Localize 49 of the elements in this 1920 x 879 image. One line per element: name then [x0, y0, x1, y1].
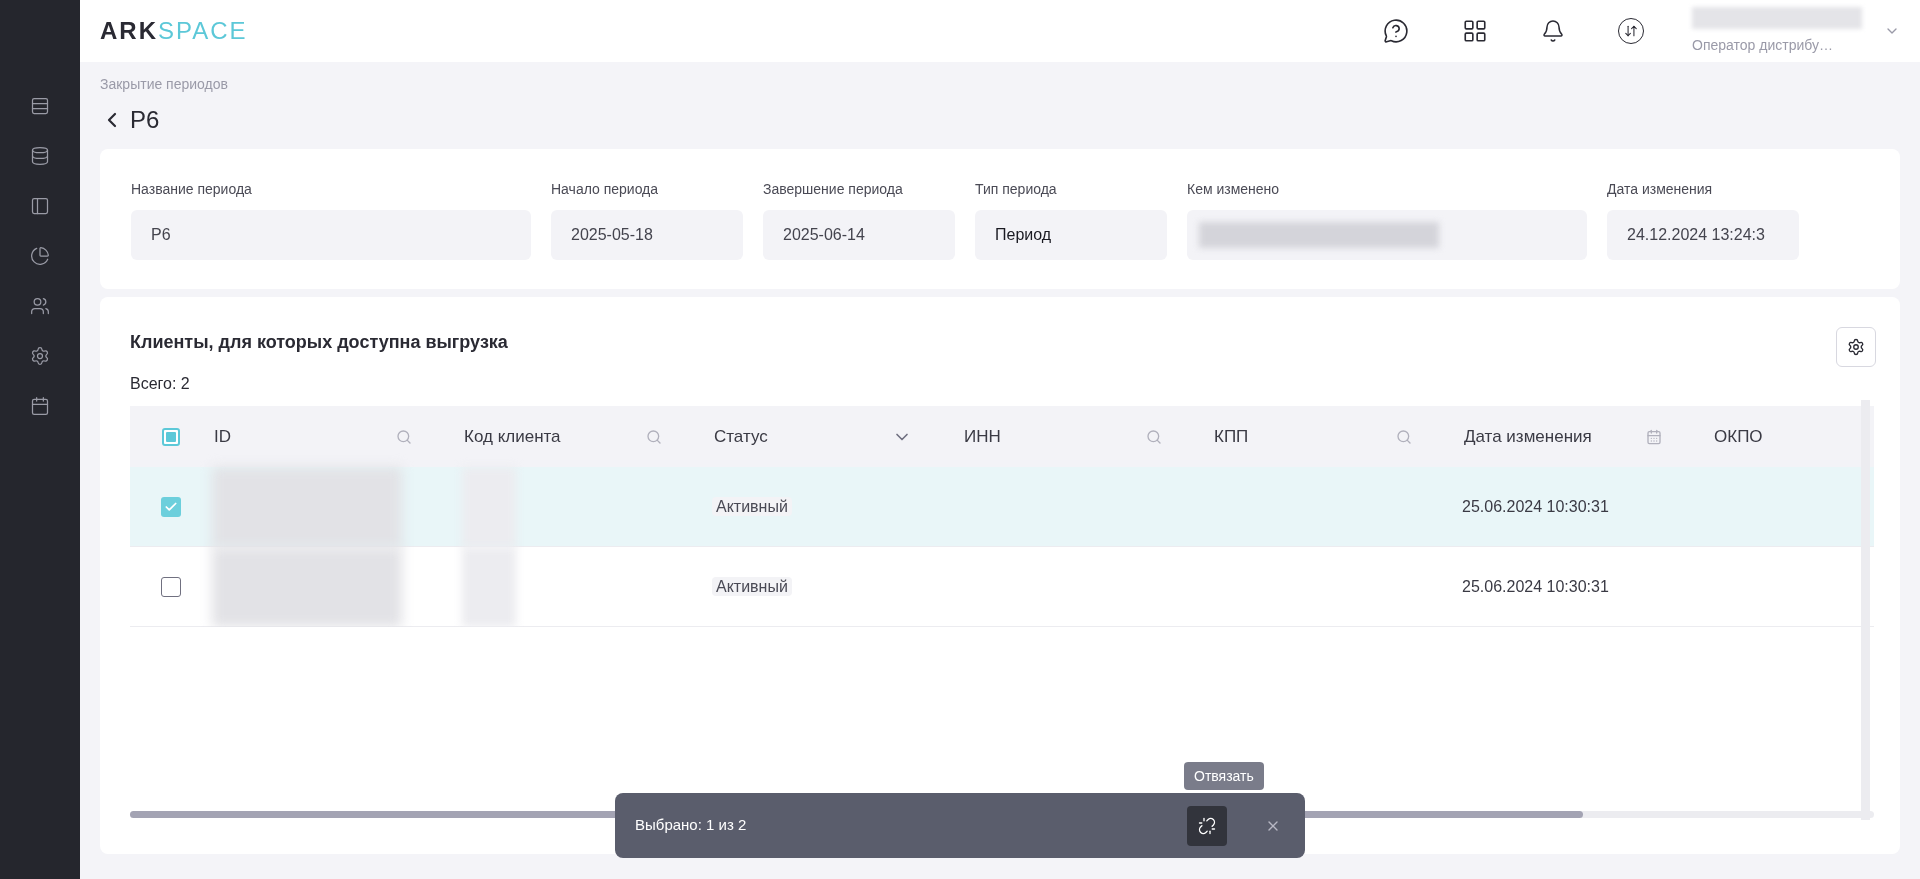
- field-label: Завершение периода: [763, 180, 904, 199]
- calendar-icon[interactable]: [30, 396, 50, 416]
- field-label: Название периода: [131, 180, 253, 199]
- field-label: Начало периода: [551, 180, 660, 199]
- text-field[interactable]: 24.12.2024 13:24:3: [1607, 210, 1799, 260]
- settings-button[interactable]: [1836, 327, 1876, 367]
- database-icon[interactable]: [30, 146, 50, 166]
- column-header[interactable]: КПП: [1214, 423, 1249, 450]
- unlink-button[interactable]: [1187, 805, 1227, 846]
- tooltip: Отвязать: [1184, 762, 1264, 790]
- total-count: Всего: 2: [130, 374, 191, 394]
- date-cell: 25.06.2024 10:30:31: [1462, 577, 1609, 595]
- rows-icon[interactable]: [30, 96, 50, 116]
- apps-grid-icon[interactable]: [1462, 18, 1488, 44]
- text-field[interactable]: Р6: [131, 210, 531, 260]
- column-header[interactable]: ОКПО: [1714, 423, 1763, 450]
- date-cell: 25.06.2024 10:30:31: [1462, 497, 1609, 515]
- panel-icon[interactable]: [30, 196, 50, 216]
- users-icon[interactable]: [30, 296, 50, 316]
- page-title: Р6: [130, 105, 160, 135]
- table-row[interactable]: Активный 25.06.2024 10:30:31: [130, 467, 1874, 547]
- select-all-checkbox[interactable]: [162, 427, 180, 446]
- column-header[interactable]: Код клиента: [464, 423, 561, 450]
- pie-chart-icon[interactable]: [30, 246, 50, 266]
- help-chat-icon[interactable]: [1383, 18, 1409, 44]
- period-type-field[interactable]: Период: [975, 210, 1167, 260]
- status-badge: Активный: [712, 576, 792, 596]
- column-header[interactable]: ИНН: [964, 423, 1001, 450]
- status-badge: Активный: [712, 496, 792, 516]
- row-checkbox[interactable]: [161, 496, 181, 517]
- settings-icon[interactable]: [30, 346, 50, 366]
- field-label: Тип периода: [975, 180, 1058, 199]
- text-field[interactable]: [1187, 210, 1587, 260]
- section-title: Клиенты, для которых доступна выгрузка: [130, 331, 508, 354]
- settings-icon: [1847, 338, 1865, 356]
- field-label: Дата изменения: [1607, 180, 1714, 199]
- column-header[interactable]: Статус: [714, 423, 768, 450]
- user-role: Оператор дистрибу…: [1692, 35, 1834, 55]
- column-header[interactable]: ID: [214, 423, 231, 450]
- text-field[interactable]: 2025-05-18: [551, 210, 743, 260]
- selection-count: Выбрано: 1 из 2: [635, 815, 748, 836]
- field-label: Кем изменено: [1187, 180, 1281, 199]
- bell-icon[interactable]: [1541, 19, 1565, 43]
- logo[interactable]: ARKSPACE: [100, 13, 248, 49]
- text-field[interactable]: 2025-06-14: [763, 210, 955, 260]
- table-row[interactable]: Активный 25.06.2024 10:30:31: [130, 547, 1874, 627]
- column-header[interactable]: Дата изменения: [1464, 423, 1592, 450]
- row-checkbox[interactable]: [161, 576, 181, 597]
- unlink-icon: [1198, 816, 1216, 835]
